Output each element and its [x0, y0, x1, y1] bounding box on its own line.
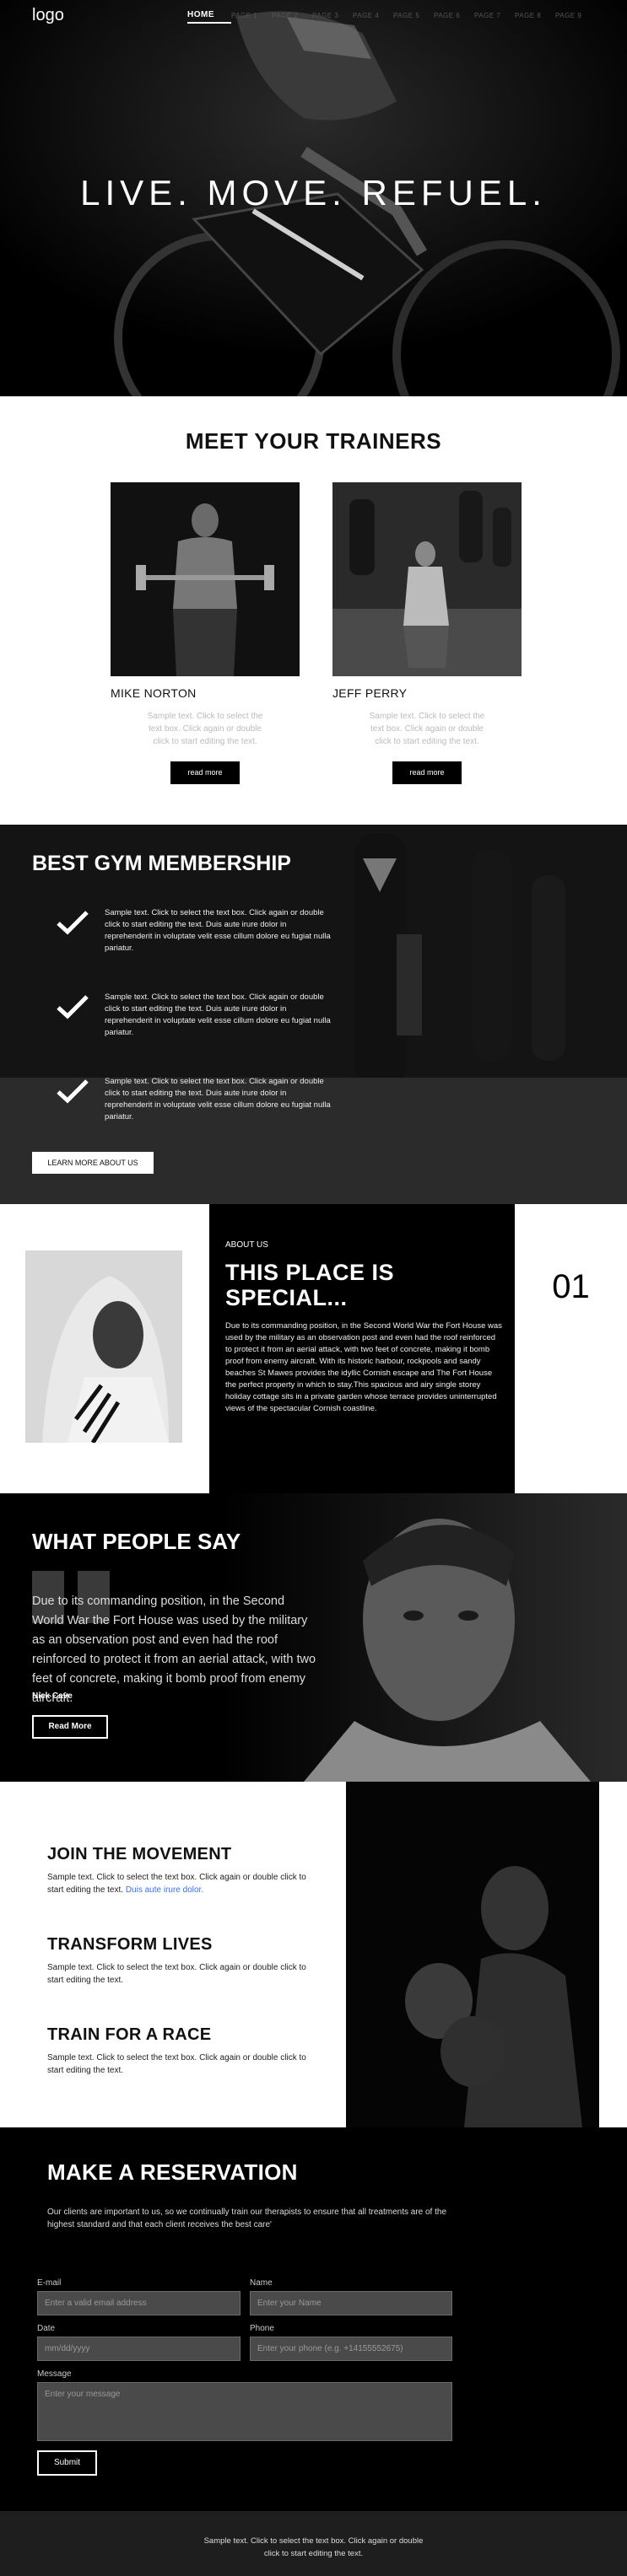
trainer-card: JEFF PERRY Sample text. Click to select …: [332, 482, 522, 784]
nav-links: HOME PAGE 1 PAGE 2 PAGE 3 PAGE 4 PAGE 5 …: [187, 10, 596, 24]
membership-item-text: Sample text. Click to select the text bo…: [105, 992, 331, 1037]
phone-field-group: Phone Enter your phone (e.g. +1415555267…: [250, 2324, 452, 2361]
testimonial-quote: Due to its commanding position, in the S…: [32, 1595, 316, 1705]
submit-button[interactable]: Submit: [37, 2450, 97, 2476]
feature-text: Sample text. Click to select the text bo…: [47, 1871, 313, 1896]
about-portrait-image: [25, 1250, 182, 1443]
email-field-group: E-mail Enter a valid email address: [37, 2278, 241, 2315]
reservation-intro: Our clients are important to us, so we c…: [47, 2208, 447, 2229]
read-more-button[interactable]: Read More: [32, 1715, 108, 1739]
trainers-section: MEET YOUR TRAINERS MIKE NORTON Sample te…: [0, 396, 627, 825]
testimonial-section: WHAT PEOPLE SAY Due to its commanding po…: [0, 1493, 627, 1782]
top-nav: logo HOME PAGE 1 PAGE 2 PAGE 3 PAGE 4 PA…: [0, 0, 627, 34]
message-label: Message: [37, 2369, 72, 2379]
logo[interactable]: logo: [32, 6, 64, 25]
feature-title: TRANSFORM LIVES: [47, 1935, 213, 1954]
features-section: JOIN THE MOVEMENT Sample text. Click to …: [0, 1782, 627, 2127]
learn-more-button[interactable]: LEARN MORE ABOUT US: [32, 1152, 154, 1174]
message-field-group: Message Enter your message: [37, 2369, 452, 2441]
membership-section: BEST GYM MEMBERSHIP Sample text. Click t…: [0, 825, 627, 1204]
membership-item-text: Sample text. Click to select the text bo…: [105, 1077, 331, 1121]
feature-link[interactable]: Duis aute irure dolor.: [126, 1885, 203, 1895]
check-icon: [57, 995, 89, 1019]
trainer-photo: [332, 482, 522, 676]
nav-home[interactable]: HOME: [187, 10, 231, 24]
footer-line2: click to start editing the text.: [263, 2549, 364, 2558]
trainer-card: MIKE NORTON Sample text. Click to select…: [111, 482, 300, 784]
feature-title: JOIN THE MOVEMENT: [47, 1845, 232, 1863]
hero-title: LIVE. MOVE. REFUEL.: [80, 173, 547, 212]
membership-title: BEST GYM MEMBERSHIP: [32, 852, 291, 875]
trainer-name: MIKE NORTON: [111, 686, 197, 700]
feature-title: TRAIN FOR A RACE: [47, 2025, 212, 2044]
date-label: Date: [37, 2324, 56, 2333]
feature-block: TRAIN FOR A RACE Sample text. Click to s…: [47, 2025, 313, 2077]
nav-page-8[interactable]: PAGE 8: [515, 12, 555, 24]
message-field[interactable]: Enter your message: [37, 2382, 452, 2441]
membership-item: Sample text. Click to select the text bo…: [56, 992, 334, 1039]
phone-field[interactable]: Enter your phone (e.g. +14155552675): [250, 2337, 452, 2361]
check-icon: [57, 911, 89, 935]
feature-text: Sample text. Click to select the text bo…: [47, 1963, 306, 1985]
nav-page-4[interactable]: PAGE 4: [353, 12, 393, 24]
about-number: 01: [552, 1268, 590, 1305]
footer-line1: Sample text. Click to select the text bo…: [203, 2536, 424, 2546]
about-section: ABOUT US THIS PLACE IS SPECIAL... Due to…: [0, 1204, 627, 1493]
reservation-section: MAKE A RESERVATION Our clients are impor…: [0, 2127, 627, 2511]
footer-text: Sample text. Click to select the text bo…: [0, 2535, 627, 2560]
date-field[interactable]: mm/dd/yyyy: [37, 2337, 241, 2361]
trainer-photo: [111, 482, 300, 676]
about-body: Due to its commanding position, in the S…: [225, 1321, 502, 1413]
about-title: THIS PLACE IS SPECIAL...: [225, 1260, 394, 1310]
trainer-desc: Sample text. Click to select the text bo…: [369, 712, 485, 746]
check-icon: [57, 1079, 89, 1104]
nav-page-6[interactable]: PAGE 6: [434, 12, 474, 24]
membership-item-text: Sample text. Click to select the text bo…: [105, 908, 331, 953]
trainers-title: MEET YOUR TRAINERS: [185, 428, 442, 454]
feature-text: Sample text. Click to select the text bo…: [47, 2053, 306, 2075]
read-more-button[interactable]: read more: [392, 761, 462, 784]
about-title-line2: SPECIAL...: [225, 1285, 348, 1310]
reservation-title: MAKE A RESERVATION: [47, 2159, 298, 2185]
nav-page-9[interactable]: PAGE 9: [555, 12, 596, 24]
membership-item: Sample text. Click to select the text bo…: [56, 1076, 334, 1123]
nav-page-1[interactable]: PAGE 1: [231, 12, 272, 24]
nav-page-5[interactable]: PAGE 5: [393, 12, 434, 24]
nav-page-7[interactable]: PAGE 7: [474, 12, 515, 24]
email-field[interactable]: Enter a valid email address: [37, 2291, 241, 2315]
name-field[interactable]: Enter your Name: [250, 2291, 452, 2315]
read-more-button[interactable]: read more: [170, 761, 240, 784]
testimonial-title: WHAT PEOPLE SAY: [32, 1529, 241, 1554]
feature-block: JOIN THE MOVEMENT Sample text. Click to …: [47, 1845, 313, 1896]
testimonial-author: Nick Cave: [32, 1691, 73, 1701]
date-field-group: Date mm/dd/yyyy: [37, 2324, 241, 2361]
name-label: Name: [250, 2278, 273, 2288]
nav-page-2[interactable]: PAGE 2: [272, 12, 312, 24]
email-label: E-mail: [37, 2278, 62, 2288]
trainer-desc: Sample text. Click to select the text bo…: [147, 712, 263, 746]
footer: Sample text. Click to select the text bo…: [0, 2511, 627, 2576]
about-title-line1: THIS PLACE IS: [225, 1260, 395, 1285]
feature-block: TRANSFORM LIVES Sample text. Click to se…: [47, 1935, 313, 1987]
membership-item: Sample text. Click to select the text bo…: [56, 907, 334, 955]
trainer-name: JEFF PERRY: [332, 686, 408, 700]
boxer-image: [346, 1782, 599, 2127]
nav-page-3[interactable]: PAGE 3: [312, 12, 353, 24]
about-label: ABOUT US: [225, 1240, 268, 1250]
phone-label: Phone: [250, 2324, 274, 2333]
name-field-group: Name Enter your Name: [250, 2278, 452, 2315]
hero-section: logo HOME PAGE 1 PAGE 2 PAGE 3 PAGE 4 PA…: [0, 0, 627, 396]
